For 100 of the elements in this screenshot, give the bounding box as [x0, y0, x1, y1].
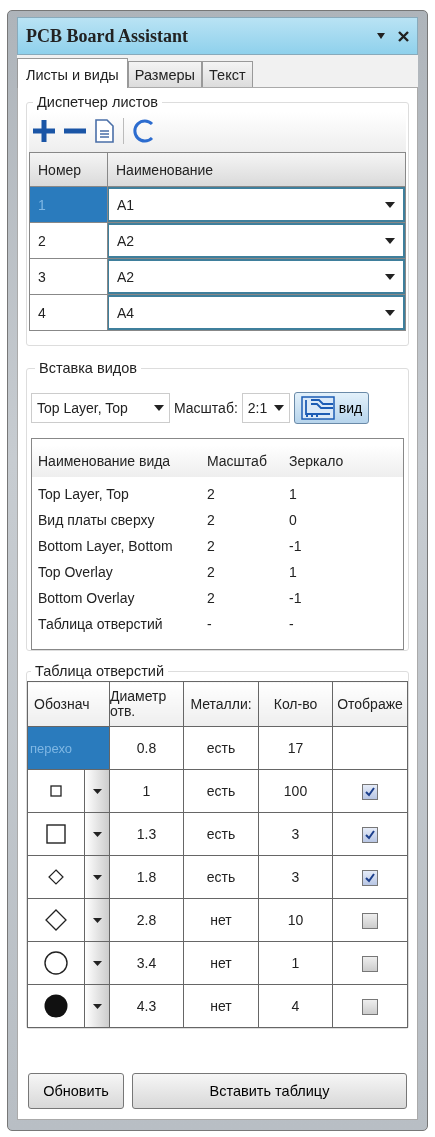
- column-header: Кол-во: [273, 695, 318, 712]
- table-cell: 3: [291, 826, 300, 842]
- table-cell-text: Вид платы сверху: [37, 512, 156, 528]
- caret-icon: [92, 917, 102, 923]
- table-cell-text: -: [288, 616, 295, 632]
- table-cell-text: -1: [288, 538, 303, 554]
- table-cell: 4.3: [136, 998, 157, 1014]
- table-cell-text: Bottom Layer, Bottom: [37, 538, 174, 554]
- sheet-name-dropdown[interactable]: A2: [108, 223, 405, 258]
- symbol-dropdown-button[interactable]: [85, 813, 109, 855]
- tab[interactable]: Текст: [202, 61, 253, 87]
- table-cell-text: 2: [206, 486, 216, 502]
- column-header: Отображе: [337, 695, 403, 712]
- diamond-icon: [48, 869, 64, 885]
- column-header: Диаметр отв.: [110, 689, 168, 719]
- plus-icon[interactable]: [31, 118, 57, 144]
- table-cell: 10: [287, 912, 304, 928]
- board-icon: [300, 396, 335, 420]
- table-cell-text: Bottom Overlay: [37, 590, 136, 606]
- close-icon[interactable]: [398, 30, 409, 42]
- scale-label: Масштаб:: [174, 400, 238, 416]
- sheet-name-dropdown[interactable]: A1: [108, 187, 405, 222]
- symbol-dropdown-button[interactable]: [85, 942, 109, 984]
- table-cell: 4: [291, 998, 300, 1014]
- table-cell-text: -1: [288, 590, 303, 606]
- diamond-icon: [45, 909, 67, 931]
- refresh-button[interactable]: Обновить: [28, 1073, 124, 1109]
- checkbox[interactable]: [362, 912, 378, 929]
- symbol-dropdown-button[interactable]: [85, 770, 109, 812]
- table-cell-text: 0: [288, 512, 298, 528]
- column-header: Зеркало: [288, 453, 345, 469]
- insert-table-button[interactable]: Вставить таблицу: [132, 1073, 407, 1109]
- group-title: Вставка видов: [38, 360, 138, 376]
- table-cell-text: Top Layer, Top: [37, 486, 130, 502]
- sheet-name-dropdown[interactable]: A4: [108, 295, 405, 330]
- table-cell-text: 2: [206, 538, 216, 554]
- symbol-dropdown-button[interactable]: [85, 856, 109, 898]
- refresh-icon[interactable]: [132, 118, 156, 144]
- table-cell: 1.3: [136, 826, 157, 842]
- document-icon[interactable]: [93, 118, 115, 144]
- table-cell: 1: [142, 783, 151, 799]
- table-cell: 100: [283, 783, 308, 799]
- table-cell: есть: [206, 740, 236, 756]
- window-title: PCB Board Assistant: [26, 25, 190, 47]
- column-header: Номер: [30, 153, 108, 186]
- table-cell: есть: [206, 869, 236, 885]
- table-cell-text: Top Overlay: [37, 564, 114, 580]
- tab[interactable]: Листы и виды: [17, 58, 128, 88]
- table-cell: 3.4: [136, 955, 157, 971]
- column-header: Наименование: [115, 160, 215, 180]
- caret-icon: [92, 831, 102, 837]
- table-cell: нет: [210, 998, 232, 1014]
- column-header: Масштаб: [206, 453, 268, 469]
- table-cell-text: 1: [288, 486, 298, 502]
- table-cell: нет: [210, 955, 232, 971]
- square-icon: [46, 824, 66, 844]
- table-cell: нет: [210, 912, 232, 928]
- table-cell: 0.8: [136, 740, 157, 756]
- caret-icon: [385, 273, 395, 280]
- checkbox[interactable]: [362, 826, 378, 843]
- caret-icon: [154, 405, 164, 411]
- group-title: Диспетчер листов: [36, 94, 159, 110]
- symbol-dropdown-button[interactable]: [85, 899, 109, 941]
- symbol-dropdown-button[interactable]: [85, 985, 109, 1027]
- circle-icon: [44, 951, 68, 975]
- checkbox[interactable]: [362, 998, 378, 1015]
- insert-view-button[interactable]: вид: [293, 392, 370, 424]
- view-dropdown[interactable]: Top Layer, Top: [31, 393, 170, 423]
- table-cell-text: -: [206, 616, 213, 632]
- table-cell: 1.8: [136, 869, 157, 885]
- caret-icon: [92, 788, 102, 794]
- column-header: Обознач: [27, 681, 110, 727]
- table-cell: 1: [291, 955, 300, 971]
- group-title: Таблица отверстий: [34, 663, 166, 679]
- sheet-name-dropdown[interactable]: A2: [108, 259, 405, 294]
- caret-icon: [385, 309, 395, 316]
- table-cell: 3: [291, 869, 300, 885]
- caret-icon: [92, 960, 102, 966]
- table-cell-text: 2: [206, 590, 216, 606]
- caret-icon: [92, 1003, 102, 1009]
- square-icon: [50, 785, 62, 797]
- column-header: Металли:: [190, 695, 252, 712]
- table-cell: есть: [206, 783, 236, 799]
- table-cell: 17: [287, 740, 304, 756]
- checkbox[interactable]: [362, 783, 378, 800]
- table-cell-text: Таблица отверстий: [37, 616, 164, 632]
- caret-icon: [385, 237, 395, 244]
- table-cell-text: 2: [206, 512, 216, 528]
- checkbox[interactable]: [362, 955, 378, 972]
- table-cell: есть: [206, 826, 236, 842]
- dropdown-icon[interactable]: [376, 32, 386, 40]
- checkbox[interactable]: [362, 869, 378, 886]
- table-cell-text: 1: [288, 564, 298, 580]
- column-header: Наименование вида: [37, 453, 172, 469]
- caret-icon: [273, 405, 284, 411]
- caret-icon: [92, 874, 102, 880]
- filled-circle-icon: [44, 994, 68, 1018]
- table-cell: 2.8: [136, 912, 157, 928]
- tab[interactable]: Размеры: [127, 61, 203, 87]
- scale-dropdown[interactable]: 2:1: [241, 393, 290, 423]
